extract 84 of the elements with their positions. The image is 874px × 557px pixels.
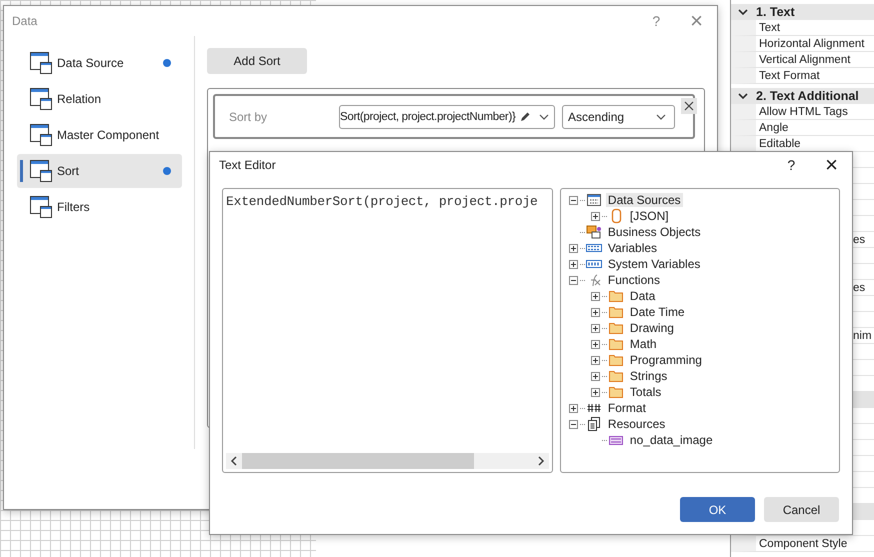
expander-icon[interactable] <box>590 324 600 332</box>
tree-item[interactable]: System Variables <box>606 257 702 271</box>
sidebar-item[interactable]: Master Component <box>17 118 182 152</box>
expander-icon[interactable] <box>590 308 600 316</box>
direction-dropdown[interactable]: Ascending <box>562 104 675 128</box>
tree-item[interactable]: no_data_image <box>628 433 715 447</box>
tree-item[interactable]: Variables <box>606 241 660 255</box>
sort-by-label: Sort by <box>229 110 268 124</box>
folder-icon <box>608 368 624 384</box>
expander-icon[interactable] <box>568 420 578 428</box>
tree-item[interactable]: Resources <box>606 417 668 431</box>
expander-icon[interactable] <box>590 372 600 380</box>
tree-item[interactable]: Math <box>628 337 659 351</box>
property-name: es <box>852 282 866 294</box>
section-title: 2. Text Additional <box>756 89 859 103</box>
folder-icon <box>608 288 624 304</box>
chevron-icon[interactable] <box>738 91 748 101</box>
chevron-icon[interactable] <box>738 7 748 17</box>
code-text: ExtendedNumberSort(project, project.proje <box>226 193 539 209</box>
tree-item[interactable]: Data Sources <box>606 193 683 207</box>
horizontal-scrollbar[interactable] <box>226 453 549 469</box>
expander-icon[interactable] <box>568 404 578 412</box>
cancel-button[interactable]: Cancel <box>764 497 839 522</box>
add-sort-button[interactable]: Add Sort <box>207 48 307 74</box>
dialog-title: Text Editor <box>219 158 276 172</box>
sidebar-item[interactable]: Data Source <box>17 46 182 80</box>
table-icon <box>586 192 602 208</box>
expander-icon[interactable] <box>568 244 578 252</box>
property-name: Text <box>758 22 780 34</box>
tree-item[interactable]: [JSON] <box>628 209 671 223</box>
section-title: 1. Text <box>756 5 795 19</box>
tree-item[interactable]: Format <box>606 401 648 415</box>
expression-field[interactable]: Sort(project, project.projectNumber)} <box>339 104 555 128</box>
sidebar-item[interactable]: Filters <box>17 190 182 224</box>
help-button[interactable]: ? <box>787 157 796 173</box>
folder-icon <box>608 384 624 400</box>
expander-icon[interactable] <box>590 388 600 396</box>
tree-item[interactable]: Programming <box>628 353 704 367</box>
property-name: Angle <box>758 122 788 134</box>
window-icon <box>29 51 53 75</box>
tree-item[interactable]: Strings <box>628 369 670 383</box>
property-name: Vertical Alignment <box>758 54 850 66</box>
tree-item[interactable]: Totals <box>628 385 664 399</box>
business-objects-icon <box>586 224 602 240</box>
documents-icon <box>586 416 602 432</box>
help-button[interactable]: ? <box>652 13 660 29</box>
close-button[interactable]: × <box>690 12 703 30</box>
expander-icon[interactable] <box>568 276 578 284</box>
dialog-title: Data <box>12 14 38 28</box>
close-button[interactable]: × <box>825 156 838 174</box>
property-name: Horizontal Alignment <box>758 38 864 50</box>
caret-icon <box>656 114 666 120</box>
window-icon <box>29 123 53 147</box>
expander-icon[interactable] <box>568 196 578 204</box>
folder-icon <box>608 304 624 320</box>
expander-icon[interactable] <box>590 292 600 300</box>
property-name: nim <box>852 330 872 342</box>
folder-icon <box>608 336 624 352</box>
remove-icon[interactable] <box>681 98 697 114</box>
property-name: Text Format <box>758 70 820 82</box>
property-name: Editable <box>758 138 801 150</box>
pencil-icon[interactable] <box>519 110 531 122</box>
window-icon <box>29 195 53 219</box>
ok-button[interactable]: OK <box>680 497 755 522</box>
tree-item[interactable]: Drawing <box>628 321 676 335</box>
property-name: Allow HTML Tags <box>758 106 848 118</box>
window-icon <box>29 87 53 111</box>
tree-item[interactable]: Date Time <box>628 305 687 319</box>
folder-icon <box>608 320 624 336</box>
property-name: Component Style <box>758 538 848 550</box>
tree-item[interactable]: Data <box>628 289 658 303</box>
sidebar-item[interactable]: Sort <box>17 154 182 188</box>
expander-icon[interactable] <box>568 260 578 268</box>
folder-icon <box>608 352 624 368</box>
expander-icon[interactable] <box>590 356 600 364</box>
sidebar-item[interactable]: Relation <box>17 82 182 116</box>
tree-item[interactable]: Business Objects <box>606 225 703 239</box>
code-editor[interactable]: ExtendedNumberSort(project, project.proje <box>222 188 553 473</box>
caret-icon[interactable] <box>539 114 549 120</box>
expander-icon[interactable] <box>590 212 600 220</box>
window-icon <box>29 159 53 183</box>
property-name: es <box>852 234 866 246</box>
expander-icon[interactable] <box>590 340 600 348</box>
tree-item[interactable]: Functions <box>606 273 662 287</box>
